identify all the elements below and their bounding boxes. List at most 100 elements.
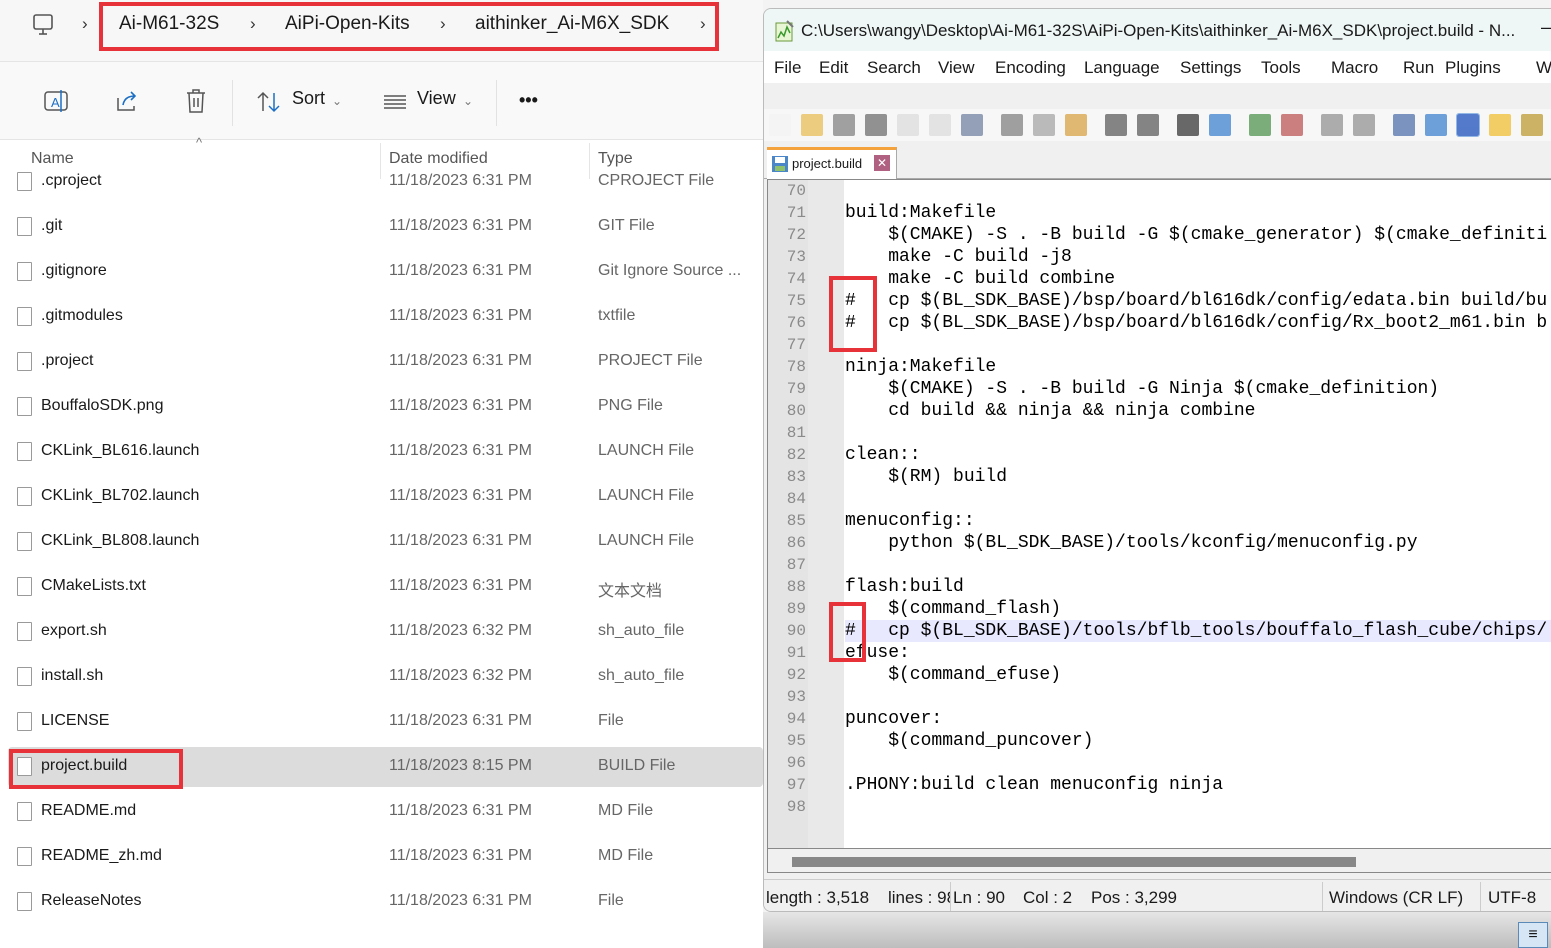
new-file-icon[interactable]	[769, 114, 791, 136]
code-line[interactable]: flash:build	[845, 576, 1551, 598]
code-line[interactable]: $(CMAKE) -S . -B build -G Ninja $(cmake_…	[845, 378, 1551, 400]
word-wrap-icon[interactable]	[1393, 114, 1415, 136]
file-row[interactable]: export.sh 11/18/2023 6:32 PM sh_auto_fil…	[8, 612, 763, 652]
find-icon[interactable]	[1177, 114, 1199, 136]
computer-icon[interactable]	[32, 13, 54, 37]
paste-icon[interactable]	[1065, 114, 1087, 136]
code-line[interactable]: $(CMAKE) -S . -B build -G $(cmake_genera…	[845, 224, 1551, 246]
status-eol[interactable]: Windows (CR LF)	[1329, 888, 1463, 908]
file-row[interactable]: install.sh 11/18/2023 6:32 PM sh_auto_fi…	[8, 657, 763, 697]
zoom-in-icon[interactable]	[1249, 114, 1271, 136]
menu-encoding[interactable]: Encoding	[995, 58, 1066, 78]
udl-icon[interactable]	[1489, 114, 1511, 136]
address-bar[interactable]: › Ai-M61-32S › AiPi-Open-Kits › aithinke…	[0, 0, 763, 62]
scrollbar-thumb[interactable]	[792, 857, 1356, 867]
delete-icon[interactable]	[184, 88, 208, 114]
menu-tools[interactable]: Tools	[1261, 58, 1301, 78]
column-header-name[interactable]: Name	[31, 150, 74, 168]
column-header-type[interactable]: Type	[598, 150, 633, 168]
code-line[interactable]: ninja:Makefile	[845, 356, 1551, 378]
breadcrumb-item[interactable]: AiPi-Open-Kits	[285, 13, 410, 35]
code-line[interactable]	[845, 554, 1551, 576]
menu-edit[interactable]: Edit	[819, 58, 848, 78]
code-line[interactable]: puncover:	[845, 708, 1551, 730]
code-line[interactable]: build:Makefile	[845, 202, 1551, 224]
code-line[interactable]: clean::	[845, 444, 1551, 466]
menu-view[interactable]: View	[938, 58, 975, 78]
file-row[interactable]: LICENSE 11/18/2023 6:31 PM File	[8, 702, 763, 742]
close-all-icon[interactable]	[929, 114, 951, 136]
code-line[interactable]	[845, 796, 1551, 818]
chevron-right-icon[interactable]: ›	[700, 14, 706, 34]
code-line[interactable]: python $(BL_SDK_BASE)/tools/kconfig/menu…	[845, 532, 1551, 554]
code-line[interactable]	[845, 422, 1551, 444]
menu-macro[interactable]: Macro	[1331, 58, 1378, 78]
redo-icon[interactable]	[1137, 114, 1159, 136]
column-header-date[interactable]: Date modified	[389, 150, 488, 168]
code-line[interactable]: $(command_efuse)	[845, 664, 1551, 686]
code-line[interactable]: $(command_flash)	[845, 598, 1551, 620]
file-row[interactable]: ReleaseNotes 11/18/2023 6:31 PM File	[8, 882, 763, 922]
code-line[interactable]: efuse:	[845, 642, 1551, 664]
file-row[interactable]: .gitmodules 11/18/2023 6:31 PM txtfile	[8, 297, 763, 337]
code-line[interactable]	[845, 488, 1551, 510]
horizontal-scrollbar[interactable]	[767, 849, 1551, 873]
rename-icon[interactable]: A	[43, 88, 69, 114]
file-row[interactable]: CMakeLists.txt 11/18/2023 6:31 PM 文本文档	[8, 567, 763, 607]
open-file-icon[interactable]	[801, 114, 823, 136]
code-line[interactable]: # cp $(BL_SDK_BASE)/tools/bflb_tools/bou…	[845, 620, 1551, 642]
code-line[interactable]	[845, 334, 1551, 356]
status-encoding[interactable]: UTF-8	[1488, 888, 1536, 908]
menu-icon[interactable]: ≡	[1518, 922, 1548, 948]
menu-file[interactable]: File	[774, 58, 801, 78]
close-icon[interactable]	[897, 114, 919, 136]
code-line[interactable]: $(RM) build	[845, 466, 1551, 488]
file-row[interactable]: CKLink_BL808.launch 11/18/2023 6:31 PM L…	[8, 522, 763, 562]
code-line[interactable]: .PHONY:build clean menuconfig ninja	[845, 774, 1551, 796]
close-tab-icon[interactable]: ✕	[874, 155, 890, 171]
replace-icon[interactable]	[1209, 114, 1231, 136]
file-row[interactable]: BouffaloSDK.png 11/18/2023 6:31 PM PNG F…	[8, 387, 763, 427]
code-line[interactable]: menuconfig::	[845, 510, 1551, 532]
undo-icon[interactable]	[1105, 114, 1127, 136]
code-line[interactable]	[845, 752, 1551, 774]
sync-horizontal-icon[interactable]	[1353, 114, 1375, 136]
file-row[interactable]: .project 11/18/2023 6:31 PM PROJECT File	[8, 342, 763, 382]
file-row[interactable]: .cproject 11/18/2023 6:31 PM CPROJECT Fi…	[8, 172, 763, 202]
menu-plugins[interactable]: Plugins	[1445, 58, 1501, 78]
sync-vertical-icon[interactable]	[1321, 114, 1343, 136]
minimize-button[interactable]: –	[1541, 17, 1551, 38]
sort-button[interactable]: Sort	[292, 88, 325, 109]
doc-map-icon[interactable]	[1521, 114, 1543, 136]
code-line[interactable]: $(command_puncover)	[845, 730, 1551, 752]
file-row[interactable]: .git 11/18/2023 6:31 PM GIT File	[8, 207, 763, 247]
print-icon[interactable]	[961, 114, 983, 136]
breadcrumb-item[interactable]: Ai-M61-32S	[119, 13, 219, 35]
cut-icon[interactable]	[1001, 114, 1023, 136]
code-line[interactable]: make -C build -j8	[845, 246, 1551, 268]
code-line[interactable]: # cp $(BL_SDK_BASE)/bsp/board/bl616dk/co…	[845, 312, 1551, 334]
file-row[interactable]: CKLink_BL616.launch 11/18/2023 6:31 PM L…	[8, 432, 763, 472]
view-button[interactable]: View	[417, 88, 456, 109]
code-editor[interactable]: 70 71 72 73 74 75 76 77 78 79 80 81 82 83 84 85 86 87 88 89…	[767, 179, 1551, 849]
show-all-chars-icon[interactable]	[1425, 114, 1447, 136]
code-line[interactable]: cd build && ninja && ninja combine	[845, 400, 1551, 422]
file-row[interactable]: project.build 11/18/2023 8:15 PM BUILD F…	[8, 747, 763, 787]
file-row[interactable]: CKLink_BL702.launch 11/18/2023 6:31 PM L…	[8, 477, 763, 517]
file-row[interactable]: README_zh.md 11/18/2023 6:31 PM MD File	[8, 837, 763, 877]
menu-language[interactable]: Language	[1084, 58, 1160, 78]
menu-run[interactable]: Run	[1403, 58, 1434, 78]
code-line[interactable]: # cp $(BL_SDK_BASE)/bsp/board/bl616dk/co…	[845, 290, 1551, 312]
chevron-right-icon[interactable]: ›	[250, 14, 256, 34]
save-icon[interactable]	[833, 114, 855, 136]
tab-project-build[interactable]: project.build ✕	[767, 147, 897, 179]
code-line[interactable]	[845, 180, 1551, 202]
title-bar[interactable]: C:\Users\wangy\Desktop\Ai-M61-32S\AiPi-O…	[764, 9, 1551, 51]
zoom-out-icon[interactable]	[1281, 114, 1303, 136]
chevron-right-icon[interactable]: ›	[440, 14, 446, 34]
menu-search[interactable]: Search	[867, 58, 921, 78]
file-row[interactable]: .gitignore 11/18/2023 6:31 PM Git Ignore…	[8, 252, 763, 292]
code-line[interactable]: make -C build combine	[845, 268, 1551, 290]
breadcrumb-item[interactable]: aithinker_Ai-M6X_SDK	[475, 13, 669, 35]
share-icon[interactable]	[114, 88, 140, 114]
